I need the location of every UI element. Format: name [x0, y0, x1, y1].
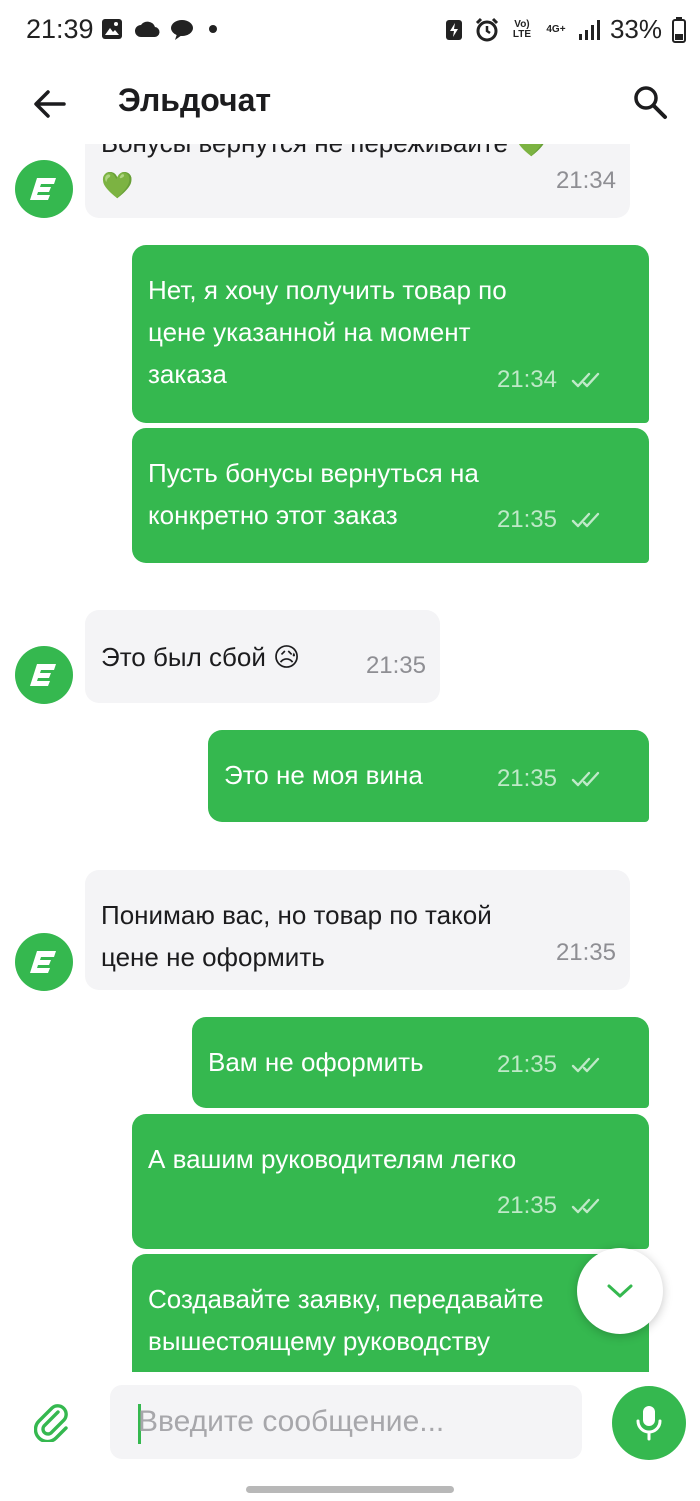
message-time: 21:35 [496, 1051, 557, 1078]
search-icon [634, 86, 667, 119]
battery-icon [672, 16, 686, 43]
double-check-icon [571, 512, 600, 528]
gallery-icon [102, 19, 122, 39]
message-outgoing[interactable]: Нет, я хочу получить товар по цене указа… [132, 245, 649, 423]
eldorado-logo-icon [30, 951, 56, 973]
message-meta: 21:35 [497, 499, 605, 541]
message-time: 21:35 [496, 765, 557, 792]
message-outgoing[interactable]: А вашим руководителям легко 21:35 [132, 1114, 649, 1249]
message-time: 21:35 [496, 506, 557, 533]
battery-percent: 33% [609, 14, 662, 44]
bot-avatar [15, 646, 73, 704]
composer [0, 1372, 700, 1501]
message-text: Создавайте заявку, передавайте вышестоящ… [148, 1284, 544, 1356]
bot-avatar [15, 933, 73, 991]
message-incoming[interactable]: Это был сбой 😥 21:35 [85, 610, 440, 703]
message-outgoing[interactable]: Это не моя вина 21:35 [208, 730, 649, 822]
message-meta: 21:35 [497, 758, 605, 800]
message-text: Понимаю вас, но товар по такой цене не о… [101, 900, 492, 972]
page-title: Эльдочат [118, 82, 272, 118]
message-text: А вашим руководителям легко [148, 1144, 517, 1174]
4g-indicator: 4G+ [546, 23, 566, 35]
double-check-icon [571, 1057, 600, 1073]
cloud-icon [135, 21, 160, 38]
message-meta: 21:35 [497, 1044, 605, 1086]
eldorado-logo-icon [30, 664, 56, 686]
status-bar: 21:39 Vo) LTE 4G+ 33% [0, 0, 700, 62]
message-time: 21:34 [555, 167, 616, 194]
double-check-icon [571, 771, 600, 787]
bot-avatar [15, 160, 73, 218]
message-meta: 21:35 [556, 932, 616, 974]
message-input[interactable] [138, 1385, 568, 1459]
message-meta: 21:35 [497, 1185, 605, 1227]
message-time: 21:34 [496, 366, 557, 393]
double-check-icon [571, 372, 600, 388]
paperclip-icon [33, 1404, 68, 1444]
message-incoming[interactable]: Бонусы вернутся не переживайте 💚 💚 21:34 [85, 144, 630, 218]
signal-icon [578, 19, 600, 40]
message-outgoing[interactable]: Пусть бонусы вернуться на конкретно этот… [132, 428, 649, 563]
message-list[interactable]: Бонусы вернутся не переживайте 💚 💚 21:34… [0, 144, 700, 1372]
dot-icon [209, 25, 217, 33]
double-check-icon [571, 1198, 600, 1214]
volte-indicator: Vo) LTE [512, 18, 532, 40]
notification-icons [100, 17, 222, 41]
attach-button[interactable] [33, 1402, 70, 1444]
message-outgoing[interactable]: Создавайте заявку, передавайте вышестоящ… [132, 1254, 649, 1372]
message-meta: 21:34 [497, 359, 605, 401]
status-time: 21:39 [26, 14, 94, 44]
home-indicator[interactable] [246, 1486, 454, 1493]
message-time: 21:35 [555, 939, 616, 966]
alarm-icon [475, 17, 499, 41]
voice-button[interactable] [612, 1386, 686, 1460]
message-meta: 21:35 [366, 645, 426, 687]
scroll-to-bottom-button[interactable] [577, 1248, 663, 1334]
message-meta: 21:34 [556, 160, 616, 202]
back-button[interactable] [30, 84, 70, 124]
arrow-left-icon [34, 90, 66, 118]
chat-bubble-icon [171, 20, 193, 40]
message-outgoing[interactable]: Вам не оформить 21:35 [192, 1017, 649, 1108]
chevron-down-icon [607, 1284, 633, 1298]
battery-saver-icon [445, 19, 462, 40]
message-incoming[interactable]: Понимаю вас, но товар по такой цене не о… [85, 870, 630, 990]
system-icons: Vo) LTE 4G+ 33% [444, 14, 686, 45]
eldorado-logo-icon [30, 178, 56, 200]
message-time: 21:35 [496, 1192, 557, 1219]
search-button[interactable] [630, 82, 670, 122]
message-time: 21:35 [365, 652, 426, 679]
microphone-icon [636, 1406, 662, 1441]
chat-header: Эльдочат [0, 62, 700, 144]
message-input-wrapper [110, 1385, 582, 1459]
message-text: Бонусы вернутся не переживайте 💚 💚 [101, 144, 548, 200]
